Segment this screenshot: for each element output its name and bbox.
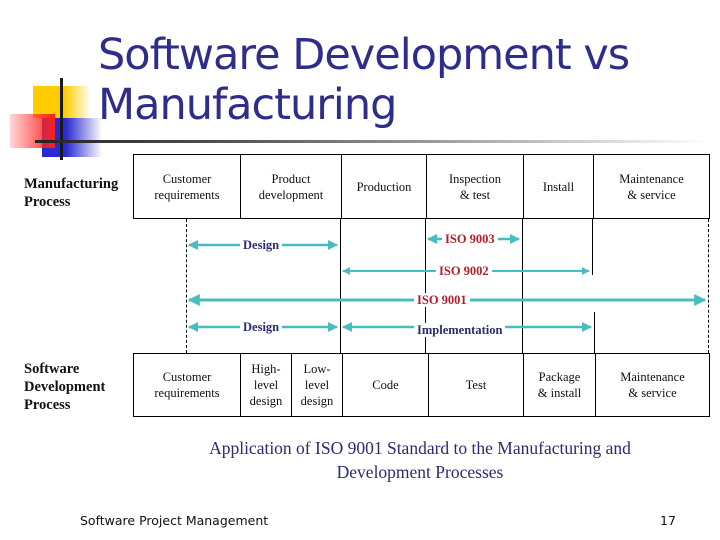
page-number: 17 [660,513,676,528]
step-text: Low- [303,362,331,376]
step-text: Customer [162,370,212,384]
span-label-design-bottom: Design [240,320,283,334]
sw-step-low-level-design: Low-level design [291,354,342,416]
footer-text: Software Project Management [80,513,269,528]
step-text: Package [538,370,581,384]
sw-step-maintenance-service: Maintenance & service [595,354,709,416]
span-label-iso9002: ISO 9002 [436,264,492,278]
label-line: Software [24,361,80,377]
sw-step-test: Test [428,354,523,416]
step-text: & install [537,386,582,400]
software-process-label: Software Development Process [24,360,105,414]
label-line: Process [24,397,71,413]
step-text: & service [628,386,677,400]
sw-step-package-install: Package & install [523,354,595,416]
span-label-iso9003: ISO 9003 [442,232,498,246]
step-text: level [253,378,279,392]
sw-step-customer-requirements: Customer requirements [134,354,240,416]
caption-line: Application of ISO 9001 Standard to the … [209,438,631,458]
step-text: High- [251,362,281,376]
span-label-iso9001: ISO 9001 [414,293,470,307]
span-label-design-top: Design [240,238,283,252]
span-label-implementation: Implementation [414,323,506,337]
step-text: Code [372,378,399,392]
label-line: Development [24,379,106,395]
figure-caption: Application of ISO 9001 Standard to the … [160,436,680,484]
step-text: design [300,394,334,408]
sw-step-high-level-design: High-level design [240,354,291,416]
step-text: design [249,394,283,408]
step-text: Test [465,378,487,392]
step-text: Maintenance [620,370,685,384]
step-text: level [304,378,330,392]
sw-step-code: Code [342,354,428,416]
software-steps-box: Customer requirements High-level design Lo… [133,353,710,417]
caption-line: Development Processes [336,462,504,482]
step-text: requirements [154,386,220,400]
